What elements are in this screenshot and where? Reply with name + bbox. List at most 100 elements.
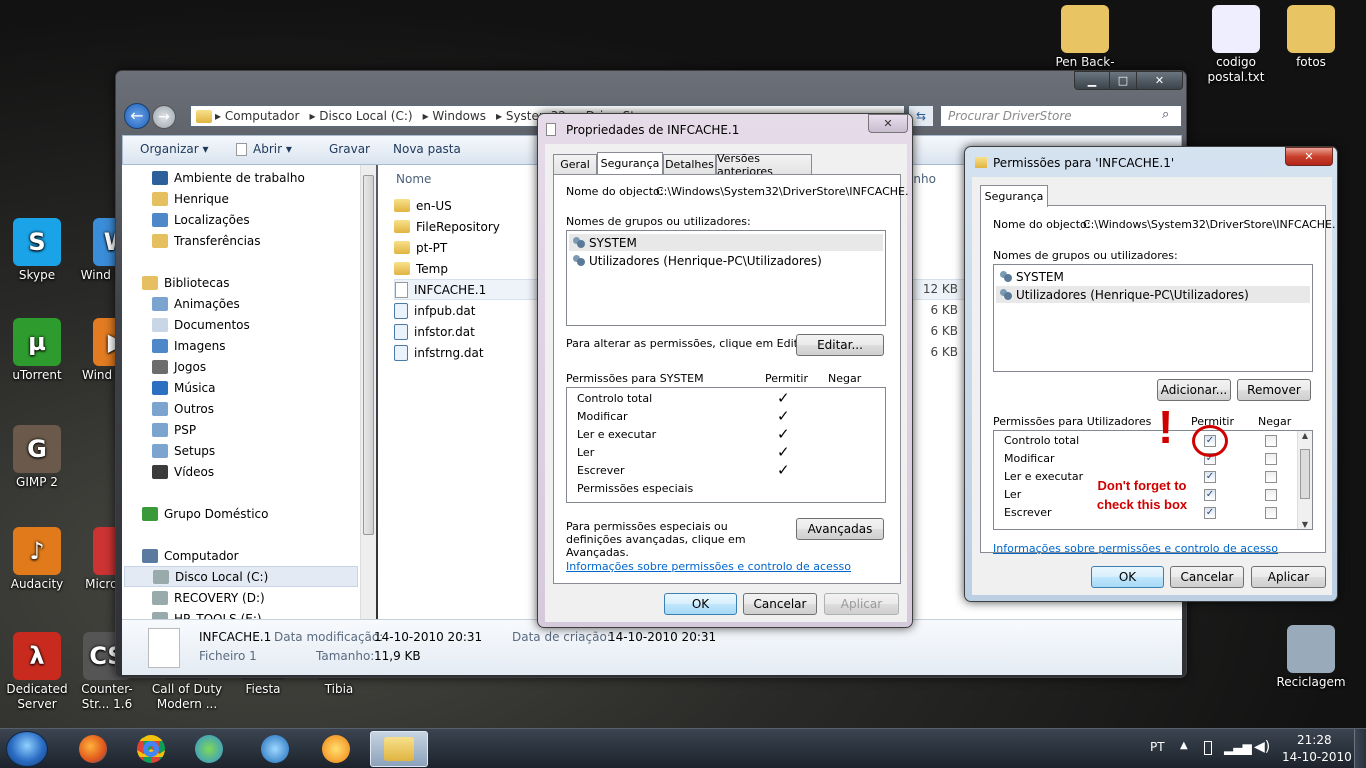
ok-button[interactable]: OK <box>1091 566 1164 588</box>
open-button[interactable]: Abrir ▾ <box>236 142 292 156</box>
scroll-down-arrow[interactable]: ▼ <box>1298 520 1312 529</box>
sidebar-item[interactable]: RECOVERY (D:) <box>152 587 265 608</box>
apply-button[interactable]: Aplicar <box>824 593 899 615</box>
apply-button[interactable]: Aplicar <box>1251 566 1326 588</box>
maximize-button[interactable]: □ <box>1109 71 1137 90</box>
sidebar-item[interactable]: Henrique <box>152 188 229 209</box>
desktop-icon[interactable]: codigo postal.txt <box>1199 5 1273 85</box>
battery-icon[interactable] <box>1204 741 1212 755</box>
breadcrumb-item[interactable]: Windows <box>432 109 486 123</box>
deny-checkbox[interactable] <box>1265 453 1277 465</box>
desktop-icon[interactable]: fotos <box>1274 5 1348 70</box>
scroll-up-arrow[interactable]: ▲ <box>1298 431 1312 440</box>
sidebar-item[interactable]: HP_TOOLS (E:) <box>152 608 262 619</box>
column-header-name[interactable]: Nome <box>396 172 431 186</box>
users-list[interactable]: SYSTEM Utilizadores (Henrique-PC\Utilizad… <box>566 230 886 326</box>
allow-checkbox[interactable]: ✓ <box>1204 507 1216 519</box>
network-icon[interactable]: ▂▄▆ <box>1224 741 1252 755</box>
permissions-scrollbar[interactable]: ▲ ▼ <box>1297 431 1312 529</box>
tab-security[interactable]: Segurança <box>597 152 663 174</box>
taskbar-burning-app[interactable] <box>307 731 365 767</box>
nav-scrollbar[interactable] <box>360 165 376 619</box>
deny-checkbox[interactable] <box>1265 507 1277 519</box>
check-icon: ✓ <box>777 425 790 443</box>
language-indicator[interactable]: PT <box>1150 740 1165 754</box>
deny-checkbox[interactable] <box>1265 489 1277 501</box>
taskbar-chrome[interactable] <box>122 731 180 767</box>
desktop-icon[interactable]: λ Dedicated Server <box>0 632 74 712</box>
breadcrumb-separator[interactable]: ▸ <box>309 109 319 123</box>
burn-button[interactable]: Gravar <box>329 142 370 156</box>
breadcrumb-item[interactable]: Computador <box>225 109 300 123</box>
sidebar-item[interactable]: Imagens <box>152 335 225 356</box>
close-button[interactable]: ✕ <box>1136 71 1183 90</box>
desktop-icon[interactable]: S Skype <box>0 218 74 283</box>
sidebar-item[interactable]: Vídeos <box>152 461 214 482</box>
user-list-item[interactable]: Utilizadores (Henrique-PC\Utilizadores) <box>996 286 1310 303</box>
sidebar-item[interactable]: PSP <box>152 419 196 440</box>
user-list-item[interactable]: SYSTEM <box>569 234 883 251</box>
ok-button[interactable]: OK <box>664 593 737 615</box>
sidebar-item[interactable]: Música <box>152 377 216 398</box>
taskbar-explorer[interactable] <box>370 731 428 767</box>
user-list-item[interactable]: Utilizadores (Henrique-PC\Utilizadores) <box>569 252 883 269</box>
sidebar-item[interactable]: Transferências <box>152 230 261 251</box>
sidebar-item[interactable]: Grupo Doméstico <box>142 503 269 524</box>
back-button[interactable]: ← <box>124 103 150 129</box>
sidebar-item[interactable]: Setups <box>152 440 215 461</box>
desktop-icon[interactable]: Reciclagem <box>1274 625 1348 690</box>
desktop-icon[interactable]: ♪ Audacity <box>0 527 74 592</box>
edit-button[interactable]: Editar... <box>796 334 884 356</box>
tab-item[interactable]: Versões anteriores <box>716 152 812 178</box>
user-list-item[interactable]: SYSTEM <box>996 268 1310 285</box>
show-desktop-button[interactable] <box>1354 729 1366 768</box>
sidebar-item[interactable]: Jogos <box>152 356 206 377</box>
sidebar-item[interactable]: Disco Local (C:) <box>124 566 358 587</box>
add-button[interactable]: Adicionar... <box>1157 379 1231 401</box>
taskbar-itunes[interactable] <box>246 731 304 767</box>
new-folder-button[interactable]: Nova pasta <box>393 142 461 156</box>
breadcrumb-separator[interactable]: ▸ <box>496 109 506 123</box>
users-list[interactable]: SYSTEM Utilizadores (Henrique-PC\Utilizad… <box>993 264 1313 372</box>
start-button[interactable] <box>6 731 48 767</box>
sidebar-item[interactable]: Animações <box>152 293 240 314</box>
close-button[interactable]: ✕ <box>868 114 908 133</box>
tab-item[interactable]: Geral <box>553 154 597 174</box>
tray-expand-icon[interactable]: ▲ <box>1180 740 1188 751</box>
sidebar-item[interactable]: Localizações <box>152 209 250 230</box>
breadcrumb-separator[interactable]: ▸ <box>215 109 225 123</box>
organize-button[interactable]: Organizar ▾ <box>140 142 209 156</box>
breadcrumb-item[interactable]: Disco Local (C:) <box>319 109 412 123</box>
clock-date[interactable]: 14-10-2010 <box>1282 750 1352 764</box>
close-button[interactable]: ✕ <box>1285 147 1333 166</box>
sidebar-item[interactable]: Computador <box>142 545 239 566</box>
nav-scroll-thumb[interactable] <box>363 175 374 535</box>
permissions-info-link[interactable]: Informações sobre permissões e controlo … <box>993 542 1278 555</box>
forward-button[interactable]: → <box>152 105 176 129</box>
sidebar-item[interactable]: Ambiente de trabalho <box>152 167 305 188</box>
cancel-button[interactable]: Cancelar <box>1170 566 1244 588</box>
sidebar-item[interactable]: Documentos <box>152 314 250 335</box>
sidebar-item[interactable]: Bibliotecas <box>142 272 229 293</box>
remove-button[interactable]: Remover <box>1237 379 1311 401</box>
taskbar-firefox[interactable] <box>64 731 122 767</box>
volume-icon[interactable]: ◀) <box>1254 739 1270 755</box>
cancel-button[interactable]: Cancelar <box>743 593 817 615</box>
deny-checkbox[interactable] <box>1265 435 1277 447</box>
clock-time[interactable]: 21:28 <box>1297 733 1332 747</box>
desktop-icon[interactable]: G GIMP 2 <box>0 425 74 490</box>
deny-checkbox[interactable] <box>1265 471 1277 483</box>
scroll-thumb[interactable] <box>1300 449 1310 499</box>
tab-item[interactable]: Detalhes <box>663 154 716 174</box>
allow-checkbox[interactable]: ✓ <box>1204 489 1216 501</box>
sidebar-item[interactable]: Outros <box>152 398 214 419</box>
taskbar-messenger[interactable] <box>180 731 238 767</box>
search-input[interactable]: Procurar DriverStore <box>940 105 1182 127</box>
minimize-button[interactable]: ▁ <box>1074 71 1110 90</box>
allow-checkbox[interactable]: ✓ <box>1204 471 1216 483</box>
desktop-icon[interactable]: µ uTorrent <box>0 318 74 383</box>
breadcrumb-separator[interactable]: ▸ <box>423 109 433 123</box>
tab-security[interactable]: Segurança <box>980 185 1048 207</box>
permissions-info-link[interactable]: Informações sobre permissões e controlo … <box>566 560 851 573</box>
advanced-button[interactable]: Avançadas <box>796 518 884 540</box>
